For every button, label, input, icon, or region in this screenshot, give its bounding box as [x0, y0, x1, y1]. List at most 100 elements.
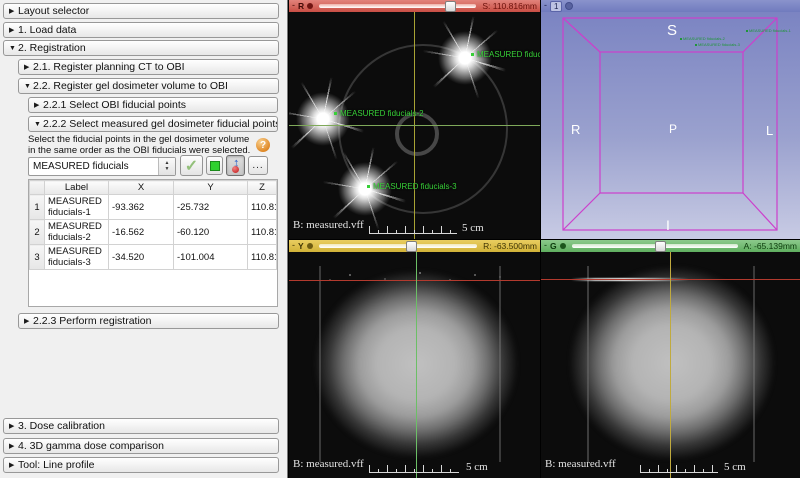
slider-handle[interactable]	[406, 241, 417, 252]
module-panel: ▶ Layout selector ▶ 1. Load data ▼ 2. Re…	[0, 0, 288, 478]
section-dose-calibration[interactable]: ▶ 3. Dose calibration	[3, 418, 279, 434]
scale-label: 5 cm	[462, 222, 484, 234]
x-cell[interactable]: -16.562	[109, 220, 174, 245]
slider-handle[interactable]	[655, 241, 666, 252]
green-slice-intersection-line	[289, 125, 540, 126]
section-label: 4. 3D gamma dose comparison	[18, 440, 164, 452]
fiducial-label-cell[interactable]: MEASURED fiducials-2	[45, 220, 109, 245]
slice-slider[interactable]	[572, 244, 738, 248]
x-header[interactable]: X	[109, 181, 174, 195]
volume-label: B: measured.vff	[293, 219, 364, 231]
slice-slider[interactable]	[319, 244, 477, 248]
orientation-posterior: P	[669, 122, 677, 136]
app-root: ▶ Layout selector ▶ 1. Load data ▼ 2. Re…	[0, 0, 800, 478]
scale-ruler	[369, 465, 459, 473]
slice-slider[interactable]	[319, 4, 476, 8]
yellow-slice-intersection-line	[670, 252, 671, 478]
orientation-inferior: I	[666, 217, 670, 233]
slice-offset-label: A: -65.139mm	[744, 241, 797, 251]
x-cell[interactable]: -34.520	[109, 245, 174, 270]
view-letter: G	[550, 241, 557, 251]
z-cell[interactable]: 110.816	[248, 195, 277, 220]
label-header[interactable]: Label	[45, 181, 109, 195]
z-cell[interactable]: 110.816	[248, 245, 277, 270]
section-label: 2.1. Register planning CT to OBI	[33, 61, 185, 73]
row-number-header	[30, 181, 45, 195]
x-cell[interactable]: -93.362	[109, 195, 174, 220]
table-header-row: Label X Y Z	[30, 181, 277, 195]
instruction-text: Select the fiducial points in the gel do…	[28, 134, 252, 157]
container-edge	[319, 266, 321, 462]
collapsed-arrow-icon: ▶	[9, 422, 18, 430]
yellow-slice-image[interactable]: B: measured.vff 5 cm	[289, 252, 540, 478]
collapse-button[interactable]: -	[544, 241, 547, 250]
combobox-spinner-icon[interactable]: ▲ ▼	[158, 158, 175, 175]
slider-handle[interactable]	[445, 1, 456, 12]
red-dot-icon	[232, 166, 239, 173]
table-row[interactable]: 2 MEASURED fiducials-2 -16.562 -60.120 1…	[30, 220, 277, 245]
yellow-slice-view[interactable]: - Y R: -63.500mm B: measured.vff 5 cm	[289, 240, 540, 478]
fiducial-label-cell[interactable]: MEASURED fiducials-1	[45, 195, 109, 220]
y-header[interactable]: Y	[174, 181, 248, 195]
fiducial-table[interactable]: Label X Y Z 1 MEASURED fiducials-1 -93.3…	[28, 179, 278, 307]
fiducial-3d-label: MEASURED fiducials-1	[746, 28, 791, 33]
view-letter: R	[298, 1, 304, 11]
fiducial-3d-label: MEASURED fiducials-3	[695, 42, 740, 47]
scale-ruler	[369, 226, 457, 234]
section-select-obi-fiducials[interactable]: ▶ 2.2.1 Select OBI fiducial points	[28, 97, 278, 113]
noise-specks	[289, 252, 291, 254]
section-label: 2.2.2 Select measured gel dosimeter fidu…	[43, 118, 278, 130]
place-fiducial-icon: ↕	[230, 158, 241, 173]
z-cell[interactable]: 110.816	[248, 220, 277, 245]
threed-scene[interactable]: S R P L I MEASURED fiducials-1 MEASURED …	[541, 12, 800, 239]
y-cell[interactable]: -60.120	[174, 220, 248, 245]
scale-label: 5 cm	[466, 461, 488, 473]
table-row[interactable]: 3 MEASURED fiducials-3 -34.520 -101.004 …	[30, 245, 277, 270]
table-row[interactable]: 1 MEASURED fiducials-1 -93.362 -25.732 1…	[30, 195, 277, 220]
z-header[interactable]: Z	[248, 181, 277, 195]
section-label: 1. Load data	[18, 24, 76, 36]
expanded-arrow-icon: ▼	[34, 121, 43, 128]
section-register-gel-to-obi[interactable]: ▼ 2.2. Register gel dosimeter volume to …	[18, 78, 279, 94]
pin-icon[interactable]	[565, 2, 573, 10]
pin-icon[interactable]	[307, 243, 313, 249]
help-icon[interactable]: ?	[256, 138, 270, 152]
section-perform-registration[interactable]: ▶ 2.2.3 Perform registration	[18, 313, 279, 329]
y-cell[interactable]: -101.004	[174, 245, 248, 270]
section-select-measured-fiducials[interactable]: ▼ 2.2.2 Select measured gel dosimeter fi…	[28, 116, 278, 132]
container-edge	[499, 266, 501, 462]
section-layout-selector[interactable]: ▶ Layout selector	[3, 3, 279, 19]
fiducial-list-combobox[interactable]: MEASURED fiducials ▲ ▼	[28, 157, 176, 176]
red-slice-image[interactable]: MEASURED fiducials-1 MEASURED fiducials-…	[289, 12, 540, 239]
green-slice-image[interactable]: B: measured.vff 5 cm	[541, 252, 800, 478]
collapse-button[interactable]: -	[292, 1, 295, 10]
more-options-button[interactable]: ...	[248, 156, 268, 175]
place-fiducial-button[interactable]: ↕	[226, 155, 245, 176]
section-line-profile[interactable]: ▶ Tool: Line profile	[3, 457, 279, 473]
volume-label: B: measured.vff	[293, 458, 364, 470]
collapse-button[interactable]: -	[544, 1, 547, 10]
section-registration[interactable]: ▼ 2. Registration	[3, 40, 279, 56]
pin-icon[interactable]	[560, 243, 566, 249]
fiducial-color-button[interactable]	[206, 156, 223, 175]
section-gamma-comparison[interactable]: ▶ 4. 3D gamma dose comparison	[3, 438, 279, 454]
collapse-button[interactable]: -	[292, 241, 295, 250]
green-slice-view[interactable]: - G A: -65.139mm B: measured.vff 5 cm	[541, 240, 800, 478]
container-edge	[587, 266, 589, 462]
green-slice-intersection-line	[416, 252, 417, 478]
section-load-data[interactable]: ▶ 1. Load data	[3, 22, 279, 38]
row-number: 3	[30, 245, 45, 270]
section-register-ct-to-obi[interactable]: ▶ 2.1. Register planning CT to OBI	[18, 59, 279, 75]
collapsed-arrow-icon: ▶	[24, 63, 33, 71]
orientation-right: R	[571, 122, 580, 137]
expanded-arrow-icon: ▼	[24, 83, 33, 90]
container-edge	[753, 266, 755, 462]
orientation-superior: S	[667, 22, 677, 39]
red-slice-view[interactable]: - R S: 110.816mm MEASURED fiducials-1 ME…	[289, 0, 540, 239]
y-cell[interactable]: -25.732	[174, 195, 248, 220]
volume-label: B: measured.vff	[545, 458, 616, 470]
confirm-button[interactable]: ✓	[180, 155, 203, 176]
pin-icon[interactable]	[307, 3, 313, 9]
threed-view[interactable]: - 1 S R P L	[541, 0, 800, 239]
fiducial-label-cell[interactable]: MEASURED fiducials-3	[45, 245, 109, 270]
